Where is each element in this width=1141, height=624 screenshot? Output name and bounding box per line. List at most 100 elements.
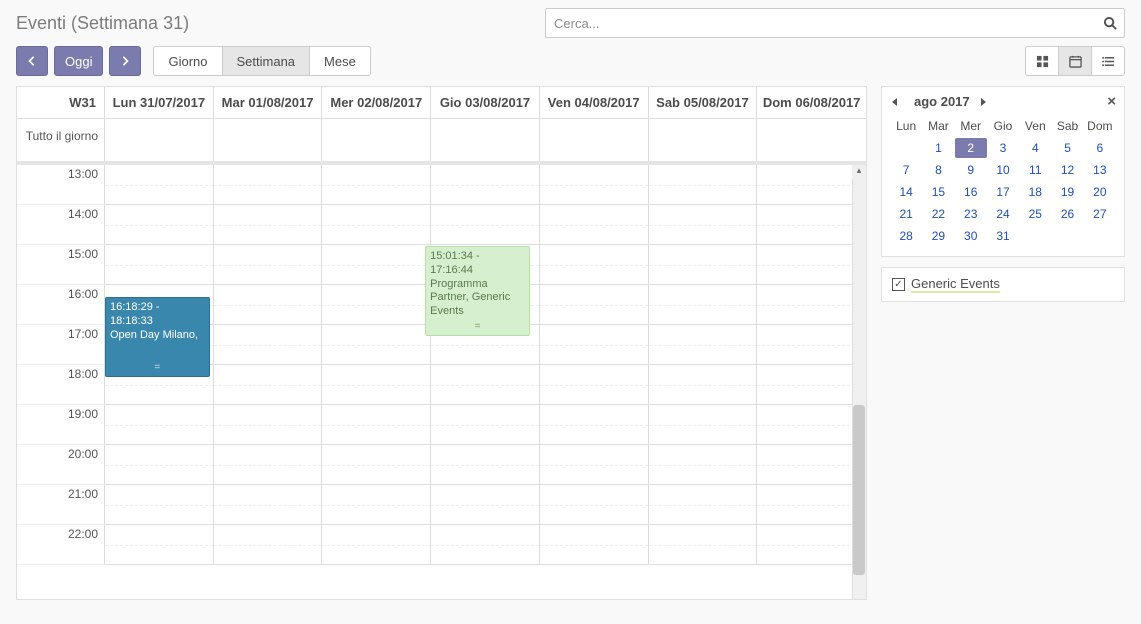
mini-day[interactable]: 13 xyxy=(1084,160,1116,180)
time-cell[interactable] xyxy=(322,165,431,205)
mini-day[interactable]: 25 xyxy=(1019,204,1051,224)
time-cell[interactable] xyxy=(540,165,649,205)
resize-handle-icon[interactable]: = xyxy=(106,362,209,375)
time-cell[interactable] xyxy=(649,285,758,325)
time-cell[interactable] xyxy=(431,365,540,405)
allday-cell[interactable] xyxy=(757,119,866,161)
time-cell[interactable] xyxy=(322,365,431,405)
mini-day[interactable]: 9 xyxy=(955,160,987,180)
mini-day[interactable]: 29 xyxy=(922,226,954,246)
time-cell[interactable] xyxy=(649,245,758,285)
time-cell[interactable] xyxy=(105,485,214,525)
time-cell[interactable] xyxy=(649,205,758,245)
allday-cell[interactable] xyxy=(214,119,323,161)
mini-close[interactable]: × xyxy=(1107,93,1116,110)
time-cell[interactable] xyxy=(105,405,214,445)
mini-day[interactable]: 17 xyxy=(987,182,1019,202)
day-header[interactable]: Gio 03/08/2017 xyxy=(431,87,540,118)
time-cell[interactable] xyxy=(322,325,431,365)
time-cell[interactable] xyxy=(757,285,866,325)
time-cell[interactable] xyxy=(322,285,431,325)
time-cell[interactable] xyxy=(214,325,323,365)
time-cell[interactable] xyxy=(105,245,214,285)
day-header[interactable]: Ven 04/08/2017 xyxy=(540,87,649,118)
time-cell[interactable] xyxy=(105,165,214,205)
mini-day[interactable]: 4 xyxy=(1019,138,1051,158)
day-header[interactable]: Dom 06/08/2017 xyxy=(757,87,866,118)
time-cell[interactable] xyxy=(540,245,649,285)
mini-day[interactable]: 8 xyxy=(922,160,954,180)
today-button[interactable]: Oggi xyxy=(54,46,103,76)
time-cell[interactable] xyxy=(214,485,323,525)
mini-day[interactable]: 28 xyxy=(890,226,922,246)
mini-day[interactable]: 31 xyxy=(987,226,1019,246)
mini-day[interactable]: 15 xyxy=(922,182,954,202)
allday-cell[interactable] xyxy=(649,119,758,161)
time-cell[interactable] xyxy=(214,205,323,245)
calendar-event[interactable]: 16:18:29 - 18:18:33Open Day Milano,= xyxy=(105,297,210,377)
mini-day[interactable]: 14 xyxy=(890,182,922,202)
mini-day[interactable]: 23 xyxy=(955,204,987,224)
mini-day[interactable]: 2 xyxy=(955,138,987,158)
checkbox-icon[interactable]: ✓ xyxy=(892,278,905,291)
time-cell[interactable] xyxy=(214,525,323,565)
time-cell[interactable] xyxy=(431,205,540,245)
allday-cell[interactable] xyxy=(322,119,431,161)
resize-handle-icon[interactable]: = xyxy=(426,321,529,334)
time-cell[interactable] xyxy=(214,445,323,485)
mini-day[interactable]: 11 xyxy=(1019,160,1051,180)
search-icon[interactable] xyxy=(1101,14,1119,32)
mini-day[interactable]: 26 xyxy=(1051,204,1083,224)
mini-day[interactable]: 6 xyxy=(1084,138,1116,158)
time-cell[interactable] xyxy=(322,485,431,525)
time-cell[interactable] xyxy=(431,525,540,565)
day-header[interactable]: Lun 31/07/2017 xyxy=(105,87,214,118)
time-cell[interactable] xyxy=(540,325,649,365)
next-button[interactable] xyxy=(109,46,141,76)
time-cell[interactable] xyxy=(540,365,649,405)
time-cell[interactable] xyxy=(649,325,758,365)
mini-day[interactable]: 10 xyxy=(987,160,1019,180)
search-input[interactable] xyxy=(545,8,1125,38)
range-week[interactable]: Settimana xyxy=(222,46,311,76)
time-cell[interactable] xyxy=(649,485,758,525)
allday-cell[interactable] xyxy=(105,119,214,161)
time-cell[interactable] xyxy=(540,525,649,565)
mini-day[interactable]: 24 xyxy=(987,204,1019,224)
range-month[interactable]: Mese xyxy=(309,46,371,76)
time-cell[interactable] xyxy=(649,165,758,205)
mini-day[interactable]: 21 xyxy=(890,204,922,224)
mini-day[interactable]: 19 xyxy=(1051,182,1083,202)
mini-day[interactable]: 27 xyxy=(1084,204,1116,224)
time-cell[interactable] xyxy=(214,405,323,445)
time-cell[interactable] xyxy=(105,205,214,245)
mini-day[interactable]: 1 xyxy=(922,138,954,158)
scroll-thumb[interactable] xyxy=(853,405,865,575)
time-cell[interactable] xyxy=(757,365,866,405)
time-cell[interactable] xyxy=(757,325,866,365)
time-cell[interactable] xyxy=(431,165,540,205)
time-cell[interactable] xyxy=(757,485,866,525)
calendar-event[interactable]: 15:01:34 - 17:16:44Programma Partner, Ge… xyxy=(425,246,530,336)
time-cell[interactable] xyxy=(214,285,323,325)
time-cell[interactable] xyxy=(540,445,649,485)
time-cell[interactable] xyxy=(214,245,323,285)
time-cell[interactable] xyxy=(649,365,758,405)
day-header[interactable]: Mar 01/08/2017 xyxy=(214,87,323,118)
vertical-scrollbar[interactable]: ▴ xyxy=(852,165,866,599)
time-cell[interactable] xyxy=(649,525,758,565)
view-kanban[interactable] xyxy=(1025,46,1059,76)
time-cell[interactable] xyxy=(540,285,649,325)
time-cell[interactable] xyxy=(757,205,866,245)
allday-cell[interactable] xyxy=(431,119,540,161)
time-cell[interactable] xyxy=(105,445,214,485)
time-cell[interactable] xyxy=(431,405,540,445)
mini-day[interactable]: 30 xyxy=(955,226,987,246)
time-cell[interactable] xyxy=(322,405,431,445)
view-list[interactable] xyxy=(1091,46,1125,76)
time-cell[interactable] xyxy=(540,405,649,445)
mini-day[interactable]: 7 xyxy=(890,160,922,180)
time-cell[interactable] xyxy=(105,525,214,565)
mini-prev[interactable] xyxy=(890,97,906,107)
time-cell[interactable] xyxy=(322,205,431,245)
